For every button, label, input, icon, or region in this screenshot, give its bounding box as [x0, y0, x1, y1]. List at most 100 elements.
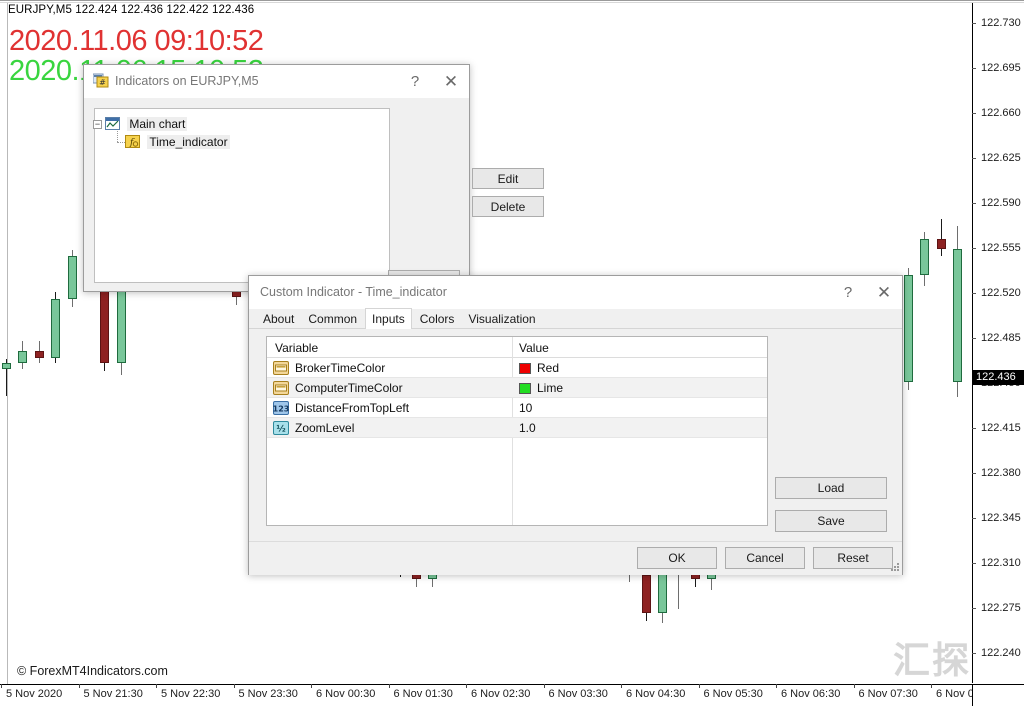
candlestick [34, 3, 46, 684]
price-tick: 122.485 [972, 332, 1024, 345]
cancel-button[interactable]: Cancel [725, 547, 805, 569]
candlestick [904, 3, 915, 684]
price-tick: 122.730 [972, 17, 1024, 30]
help-icon[interactable]: ? [397, 65, 433, 98]
close-icon[interactable]: ✕ [866, 276, 902, 309]
inputs-table[interactable]: Variable Value BrokerTimeColor Red Compute… [266, 336, 768, 526]
table-row[interactable]: ½ ZoomLevel 1.0 [267, 418, 767, 438]
tree-item-time-indicator[interactable]: f Time_indicator [125, 134, 230, 151]
cell-variable: DistanceFromTopLeft [295, 401, 410, 415]
time-tick: 6 Nov 01:30 [388, 684, 453, 700]
time-tick: 5 Nov 21:30 [78, 684, 143, 700]
tab-about[interactable]: About [257, 309, 300, 330]
cell-variable: ZoomLevel [295, 421, 355, 435]
indicators-dialog: # Indicators on EURJPY,M5 ? ✕ − Main cha… [83, 64, 544, 292]
price-tick: 122.310 [972, 557, 1024, 570]
candle-body [953, 248, 963, 383]
candlestick [51, 3, 62, 684]
cell-value[interactable]: Red [537, 361, 559, 375]
table-row[interactable]: BrokerTimeColor Red [267, 358, 767, 378]
column-header-variable: Variable [275, 341, 319, 355]
current-price-label: 122.436 [972, 370, 1024, 385]
time-tick: 6 Nov 07:30 [853, 684, 918, 700]
cell-value[interactable]: Lime [537, 381, 563, 395]
time-tick: 6 Nov 05:30 [698, 684, 763, 700]
reset-button[interactable]: Reset [813, 547, 893, 569]
tab-colors[interactable]: Colors [414, 309, 461, 330]
price-tick: 122.240 [972, 647, 1024, 660]
function-icon: f [125, 135, 140, 148]
price-tick: 122.555 [972, 242, 1024, 255]
price-tick: 122.660 [972, 107, 1024, 120]
indicators-list[interactable]: − Main chart f Time_indicator [93, 108, 390, 283]
candlestick [67, 3, 79, 684]
price-axis[interactable]: 122.730 122.695 122.660 122.625 122.590 122.5… [972, 3, 1024, 704]
candle-body [2, 362, 11, 370]
cell-value[interactable]: 1.0 [519, 421, 536, 435]
double-input-icon: ½ [273, 421, 289, 435]
candle-body [936, 238, 946, 249]
broker-time-overlay: 2020.11.06 09:10:52 [9, 25, 264, 57]
time-tick: 5 Nov 23:30 [233, 684, 298, 700]
axis-corner [972, 684, 1024, 706]
tab-visualization[interactable]: Visualization [462, 309, 541, 330]
svg-text:½: ½ [276, 424, 285, 435]
indicators-dialog-titlebar[interactable]: # Indicators on EURJPY,M5 ? ✕ [84, 65, 469, 98]
candle-body [904, 275, 913, 383]
candle-body [100, 283, 110, 363]
copyright-label: © ForexMT4Indicators.com [17, 664, 168, 678]
load-button[interactable]: Load [775, 477, 887, 499]
candlestick [953, 3, 964, 684]
candle-wick [940, 219, 942, 256]
color-swatch [519, 363, 531, 374]
price-tick: 122.625 [972, 152, 1024, 165]
candle-body [641, 574, 651, 614]
candlestick [18, 3, 29, 684]
help-icon[interactable]: ? [830, 276, 866, 309]
delete-button[interactable]: Delete [472, 196, 544, 217]
time-tick: 5 Nov 22:30 [155, 684, 221, 700]
save-button[interactable]: Save [775, 510, 887, 532]
indicators-dialog-title: Indicators on EURJPY,M5 [115, 74, 259, 88]
row-separator [267, 437, 767, 438]
price-tick: 122.415 [972, 422, 1024, 435]
cell-variable: ComputerTimeColor [295, 381, 403, 395]
candle-body [18, 350, 28, 363]
custom-indicator-title: Custom Indicator - Time_indicator [260, 285, 447, 299]
candle-body [34, 350, 44, 359]
time-tick: 6 Nov 03:30 [543, 684, 608, 700]
color-input-icon [273, 381, 289, 395]
tree-item-main-chart-label: Main chart [127, 117, 188, 131]
time-tick: 6 Nov 06:30 [775, 684, 841, 700]
candlestick [936, 3, 948, 684]
tab-common[interactable]: Common [302, 309, 363, 330]
price-tick: 122.695 [972, 62, 1024, 75]
tree-item-main-chart[interactable]: − Main chart [93, 116, 188, 133]
price-tick: 122.275 [972, 602, 1024, 615]
chart-icon [105, 117, 120, 130]
ok-button[interactable]: OK [637, 547, 717, 569]
candle-body [51, 298, 61, 359]
cell-value[interactable]: 10 [519, 401, 532, 415]
chevron-collapse-icon[interactable]: − [93, 120, 102, 129]
time-tick: 6 Nov 02:30 [465, 684, 531, 700]
tree-item-time-indicator-label: Time_indicator [147, 135, 230, 149]
time-axis[interactable]: 5 Nov 2020 5 Nov 21:30 5 Nov 22:30 5 Nov 23… [0, 684, 995, 706]
close-icon[interactable]: ✕ [433, 65, 469, 98]
time-tick: 6 Nov 00:30 [310, 684, 376, 700]
price-tick: 122.380 [972, 467, 1024, 480]
tab-bar: About Common Inputs Colors Visualization [249, 308, 902, 330]
edit-button[interactable]: Edit [472, 168, 544, 189]
candle-body [920, 238, 930, 276]
cell-variable: BrokerTimeColor [295, 361, 386, 375]
svg-text:123: 123 [273, 405, 289, 414]
table-row[interactable]: 123 DistanceFromTopLeft 10 [267, 398, 767, 418]
inputs-table-header: Variable Value [267, 337, 767, 358]
table-row[interactable]: ComputerTimeColor Lime [267, 378, 767, 398]
tab-inputs[interactable]: Inputs [365, 308, 412, 330]
svg-text:#: # [99, 78, 106, 87]
integer-input-icon: 123 [273, 401, 289, 415]
color-input-icon [273, 361, 289, 375]
custom-indicator-titlebar[interactable]: Custom Indicator - Time_indicator ? ✕ [249, 276, 902, 309]
price-tick: 122.520 [972, 287, 1024, 300]
